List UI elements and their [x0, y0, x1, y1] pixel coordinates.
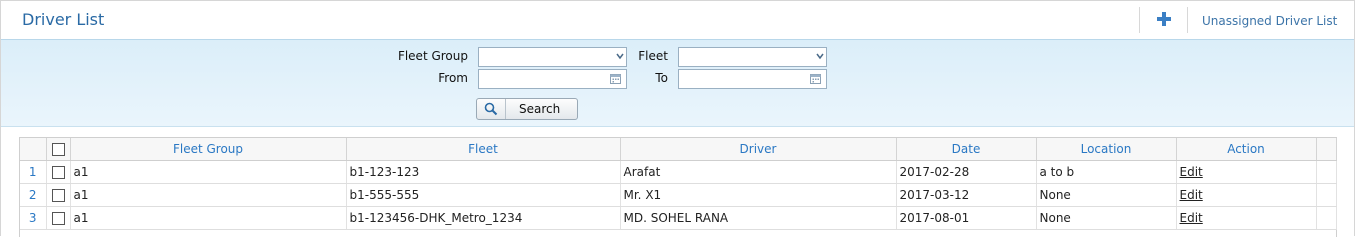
edit-link[interactable]: Edit — [1180, 188, 1203, 202]
row-checkbox[interactable] — [51, 166, 65, 179]
column-header-fleet[interactable]: Fleet — [346, 138, 621, 161]
row-checkbox-cell — [46, 183, 71, 207]
row-gutter — [1316, 183, 1337, 207]
cell-location: None — [1036, 183, 1177, 207]
cell-fleet-group: a1 — [70, 206, 347, 230]
row-checkbox-cell — [46, 160, 71, 184]
driver-table: Fleet Group Fleet Driver Date Location A… — [19, 137, 1337, 237]
cell-action: Edit — [1176, 206, 1317, 230]
search-icon-cell — [477, 99, 506, 119]
cell-fleet-group: a1 — [70, 160, 347, 184]
filter-panel: Fleet Group Fleet From To Search — [1, 39, 1354, 127]
column-header-driver[interactable]: Driver — [620, 138, 897, 161]
row-checkbox[interactable] — [51, 189, 65, 202]
fleet-select[interactable] — [678, 47, 827, 67]
fleet-group-label: Fleet Group — [397, 49, 468, 63]
cell-date: 2017-02-28 — [896, 160, 1037, 184]
fleet-group-select[interactable] — [478, 47, 627, 67]
cell-fleet: b1-555-555 — [346, 183, 621, 207]
search-button[interactable]: Search — [476, 98, 578, 120]
page-title: Driver List — [22, 10, 105, 29]
table-row[interactable]: 2 a1 b1-555-555 Mr. X1 2017-03-12 None E… — [20, 183, 1337, 207]
cell-action: Edit — [1176, 160, 1317, 184]
column-header-date[interactable]: Date — [896, 138, 1037, 161]
fleet-label: Fleet — [638, 49, 668, 63]
from-label: From — [438, 71, 468, 85]
row-number-header — [20, 138, 47, 161]
toolbar-divider — [1187, 7, 1188, 33]
column-header-fleet-group[interactable]: Fleet Group — [70, 138, 347, 161]
cell-fleet-group: a1 — [70, 183, 347, 207]
row-number: 2 — [20, 183, 47, 207]
select-all-checkbox-cell — [46, 138, 71, 161]
cell-location: None — [1036, 206, 1177, 230]
row-number: 1 — [20, 160, 47, 184]
from-date-input[interactable] — [478, 69, 627, 89]
row-gutter — [1316, 160, 1337, 184]
cell-driver: Mr. X1 — [620, 183, 897, 207]
cell-fleet: b1-123456-DHK_Metro_1234 — [346, 206, 621, 230]
plus-icon[interactable] — [1156, 11, 1172, 27]
cell-fleet: b1-123-123 — [346, 160, 621, 184]
column-header-location[interactable]: Location — [1036, 138, 1177, 161]
search-icon — [484, 102, 498, 116]
driver-list-panel: Driver List Unassigned Driver List Fleet… — [0, 0, 1355, 237]
scrollbar-gutter-header — [1316, 138, 1337, 161]
row-checkbox-cell — [46, 206, 71, 230]
panel-header: Driver List Unassigned Driver List — [1, 1, 1354, 39]
edit-link[interactable]: Edit — [1180, 211, 1203, 225]
to-label: To — [655, 71, 668, 85]
row-gutter — [1316, 206, 1337, 230]
cell-driver: MD. SOHEL RANA — [620, 206, 897, 230]
cell-action: Edit — [1176, 183, 1317, 207]
column-header-action: Action — [1176, 138, 1317, 161]
select-all-checkbox[interactable] — [51, 143, 65, 156]
to-date-input[interactable] — [678, 69, 827, 89]
unassigned-driver-list-link[interactable]: Unassigned Driver List — [1202, 14, 1337, 28]
row-checkbox[interactable] — [51, 212, 65, 225]
calendar-icon[interactable] — [810, 73, 821, 84]
toolbar-divider — [1139, 7, 1140, 33]
chevron-down-icon — [816, 53, 824, 60]
table-row[interactable]: 1 a1 b1-123-123 Arafat 2017-02-28 a to b… — [20, 160, 1337, 184]
edit-link[interactable]: Edit — [1180, 165, 1203, 179]
cell-location: a to b — [1036, 160, 1177, 184]
cell-driver: Arafat — [620, 160, 897, 184]
search-button-label: Search — [519, 102, 561, 116]
cell-date: 2017-08-01 — [896, 206, 1037, 230]
calendar-icon[interactable] — [610, 73, 621, 84]
table-header-row: Fleet Group Fleet Driver Date Location A… — [20, 138, 1337, 161]
table-row[interactable]: 3 a1 b1-123456-DHK_Metro_1234 MD. SOHEL … — [20, 206, 1337, 230]
cell-date: 2017-03-12 — [896, 183, 1037, 207]
row-number: 3 — [20, 206, 47, 230]
